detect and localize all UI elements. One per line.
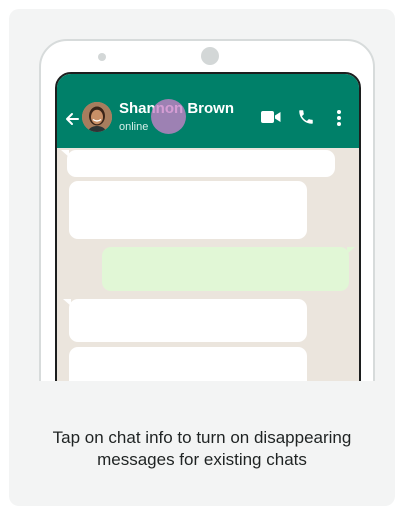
contact-status: online — [119, 121, 149, 133]
caption-line-2: messages for existing chats — [97, 450, 307, 469]
tip-card: Shannon Brown online Tap on chat info to… — [9, 9, 395, 506]
message-bubble-incoming — [69, 347, 307, 381]
phone-camera — [201, 47, 219, 65]
message-bubble-incoming — [69, 181, 307, 239]
more-options-icon[interactable] — [336, 109, 342, 127]
message-bubble-outgoing — [102, 247, 349, 291]
message-bubble-incoming — [69, 299, 307, 342]
contact-avatar[interactable] — [82, 102, 112, 132]
voice-call-icon[interactable] — [297, 108, 315, 126]
tip-caption: Tap on chat info to turn on disappearing… — [9, 427, 395, 471]
phone-frame: Shannon Brown online — [39, 39, 375, 381]
caption-line-1: Tap on chat info to turn on disappearing — [52, 428, 352, 447]
video-call-icon[interactable] — [261, 110, 281, 124]
chat-app-bar: Shannon Brown online — [57, 74, 359, 148]
bubble-tail — [61, 150, 69, 157]
bubble-tail — [347, 247, 355, 254]
chat-area — [57, 148, 359, 381]
phone-illustration: Shannon Brown online — [9, 9, 395, 381]
phone-sensor — [98, 53, 106, 61]
bubble-tail — [63, 299, 71, 306]
back-arrow-icon[interactable] — [65, 112, 79, 126]
message-bubble-incoming — [67, 150, 335, 177]
tap-indicator — [151, 99, 186, 134]
avatar-image — [82, 102, 112, 132]
phone-screen: Shannon Brown online — [55, 72, 361, 381]
